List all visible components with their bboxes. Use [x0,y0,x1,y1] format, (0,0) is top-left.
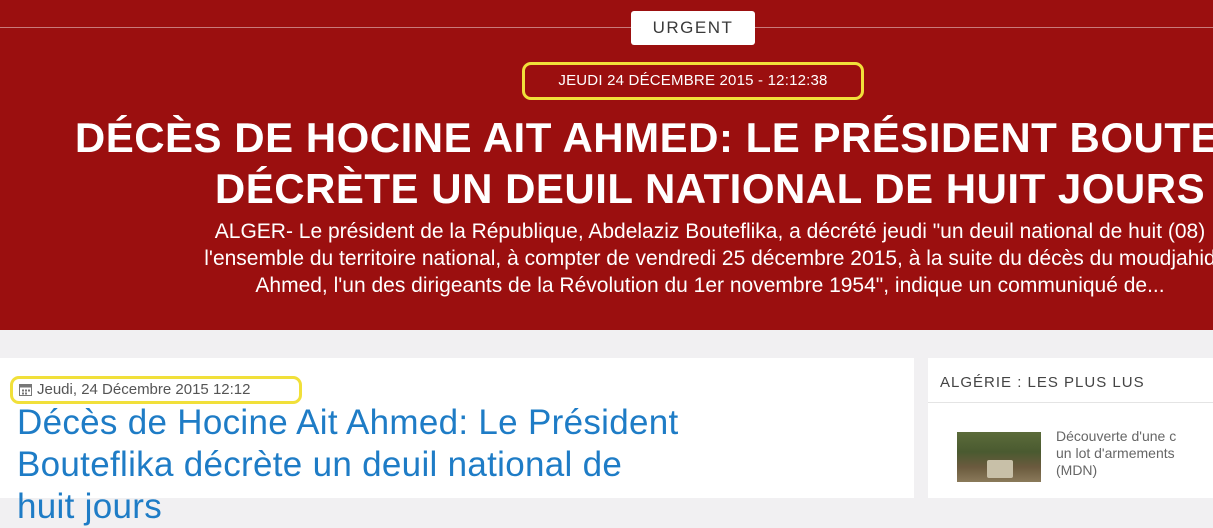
popular-item-line: (MDN) [1056,462,1098,478]
article-date-highlighted: Jeudi, 24 Décembre 2015 12:12 [10,376,302,404]
article-date-text: Jeudi, 24 Décembre 2015 12:12 [37,381,251,398]
article-title-line: Bouteflika décrète un deuil national de [17,445,623,484]
popular-item-thumbnail[interactable] [957,432,1041,482]
banner-summary-line: l'ensemble du territoire national, à com… [204,247,1213,270]
article-title-line: Décès de Hocine Ait Ahmed: Le Président [17,403,679,442]
most-read-widget: ALGÉRIE : LES PLUS LUS Découverte d'une … [928,358,1213,498]
banner-summary-line: ALGER- Le président de la République, Ab… [214,220,1206,243]
popular-item-link[interactable]: Découverte d'une c un lot d'armements (M… [1056,428,1213,479]
banner-summary: ALGER- Le président de la République, Ab… [0,218,1213,299]
urgent-badge[interactable]: URGENT [631,11,755,45]
banner-headline-line: DÉCÈS DE HOCINE AIT AHMED: LE PRÉSIDENT … [74,114,1213,161]
banner-divider [0,27,1213,28]
sidebar-divider [928,402,1213,403]
calendar-icon [19,381,32,403]
popular-item-line: Découverte d'une c [1056,428,1177,444]
article-title-line: huit jours [17,487,163,526]
article-title-link[interactable]: Décès de Hocine Ait Ahmed: Le Président … [17,402,897,528]
banner-headline-link[interactable]: DÉCÈS DE HOCINE AIT AHMED: LE PRÉSIDENT … [0,112,1213,214]
popular-item-line: un lot d'armements [1056,445,1175,461]
banner-summary-line: Ahmed, l'un des dirigeants de la Révolut… [255,274,1165,297]
banner-date-highlighted: JEUDI 24 DÉCEMBRE 2015 - 12:12:38 [522,62,864,100]
banner-headline-line: DÉCRÈTE UN DEUIL NATIONAL DE HUIT JOURS [214,165,1206,212]
urgent-banner: URGENT JEUDI 24 DÉCEMBRE 2015 - 12:12:38… [0,0,1213,330]
most-read-heading: ALGÉRIE : LES PLUS LUS [940,374,1145,391]
